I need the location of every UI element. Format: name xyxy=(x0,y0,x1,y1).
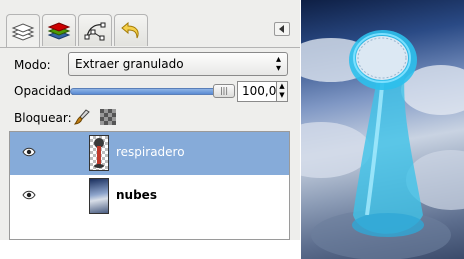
tab-channels[interactable] xyxy=(42,14,76,46)
updown-arrow-icon: ▴ ▾ xyxy=(275,54,281,74)
eye-icon[interactable] xyxy=(22,147,36,157)
opacity-spin-input[interactable]: 100,0 xyxy=(237,81,277,102)
lock-label: Bloquear: xyxy=(14,111,72,125)
paths-icon xyxy=(84,22,106,40)
channels-icon xyxy=(47,21,71,40)
tab-paths[interactable] xyxy=(78,14,112,46)
tab-layers[interactable] xyxy=(6,14,40,48)
mode-combo[interactable]: Extraer granulado ▴ ▾ xyxy=(68,52,288,76)
opacity-slider[interactable] xyxy=(70,88,230,95)
opacity-label: Opacidad: xyxy=(14,84,75,98)
triangle-left-icon xyxy=(279,25,284,33)
layer-name-nubes: nubes xyxy=(116,188,157,202)
layer-name-respiradero: respiradero xyxy=(116,145,185,159)
layer-row-respiradero[interactable]: respiradero xyxy=(10,132,289,175)
layer-list: respiradero nubes xyxy=(9,131,290,240)
tab-divider xyxy=(0,47,300,48)
layers-icon xyxy=(11,22,35,41)
tab-menu-button[interactable] xyxy=(274,22,290,36)
opacity-spin-buttons[interactable]: ▲ ▼ xyxy=(277,81,288,102)
undo-icon xyxy=(121,21,139,38)
brush-lock-icon[interactable] xyxy=(74,109,90,125)
alpha-lock-icon[interactable] xyxy=(100,109,116,125)
eye-icon[interactable] xyxy=(22,190,36,200)
layers-dialog: Modo: Extraer granulado ▴ ▾ Opacidad: |||… xyxy=(0,0,300,259)
tab-undo[interactable] xyxy=(114,14,148,46)
layer-thumbnail-respiradero xyxy=(89,135,109,171)
layer-thumbnail-nubes xyxy=(89,178,109,214)
mode-label: Modo: xyxy=(14,58,51,72)
layer-row-nubes[interactable]: nubes xyxy=(10,175,289,218)
dock-tabs xyxy=(6,14,150,48)
opacity-slider-handle[interactable]: ||| xyxy=(213,84,235,98)
panel-footer-area xyxy=(0,240,300,259)
canvas-image xyxy=(301,0,464,259)
mode-value: Extraer granulado xyxy=(75,57,184,71)
